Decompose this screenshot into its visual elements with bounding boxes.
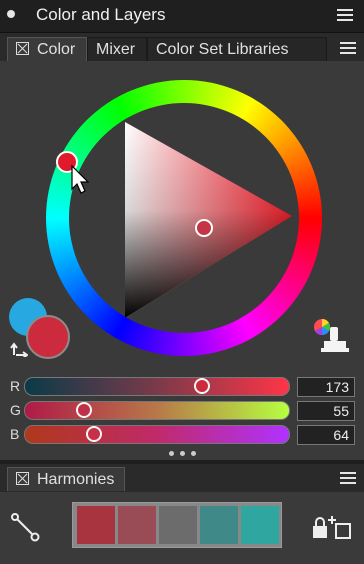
swap-colors-icon[interactable] [10,339,28,357]
more-dots-icon[interactable] [169,450,197,458]
triangle-picker-knob[interactable] [195,219,213,237]
lock-add-icon[interactable] [310,514,356,542]
r-slider[interactable] [24,377,290,396]
main-color-swatch[interactable] [26,315,70,359]
g-slider[interactable] [24,401,290,420]
b-value-field[interactable]: 64 [297,425,355,445]
b-slider-knob[interactable] [86,426,102,442]
color-picker-stamp-icon[interactable] [312,317,354,359]
harmony-swatch[interactable] [241,506,279,544]
harmony-node-icon[interactable] [10,512,42,542]
tab-harmonies[interactable]: Harmonies [7,467,125,491]
g-slider-knob[interactable] [76,402,92,418]
b-slider[interactable] [24,425,290,444]
tab-harmonies-label: Harmonies [37,471,115,488]
r-value-field[interactable]: 173 [297,377,355,397]
r-slider-knob[interactable] [194,378,210,394]
g-value-field[interactable]: 55 [297,401,355,421]
cursor-icon [71,164,90,194]
g-label: G [10,402,21,418]
harmony-swatch[interactable] [118,506,156,544]
r-label: R [10,378,21,394]
harmony-swatch[interactable] [200,506,238,544]
harmonies-menu-icon[interactable] [340,472,356,484]
b-label: B [10,426,20,442]
close-tab-icon[interactable] [16,472,29,485]
harmony-swatch[interactable] [77,506,115,544]
harmony-swatch[interactable] [159,506,197,544]
